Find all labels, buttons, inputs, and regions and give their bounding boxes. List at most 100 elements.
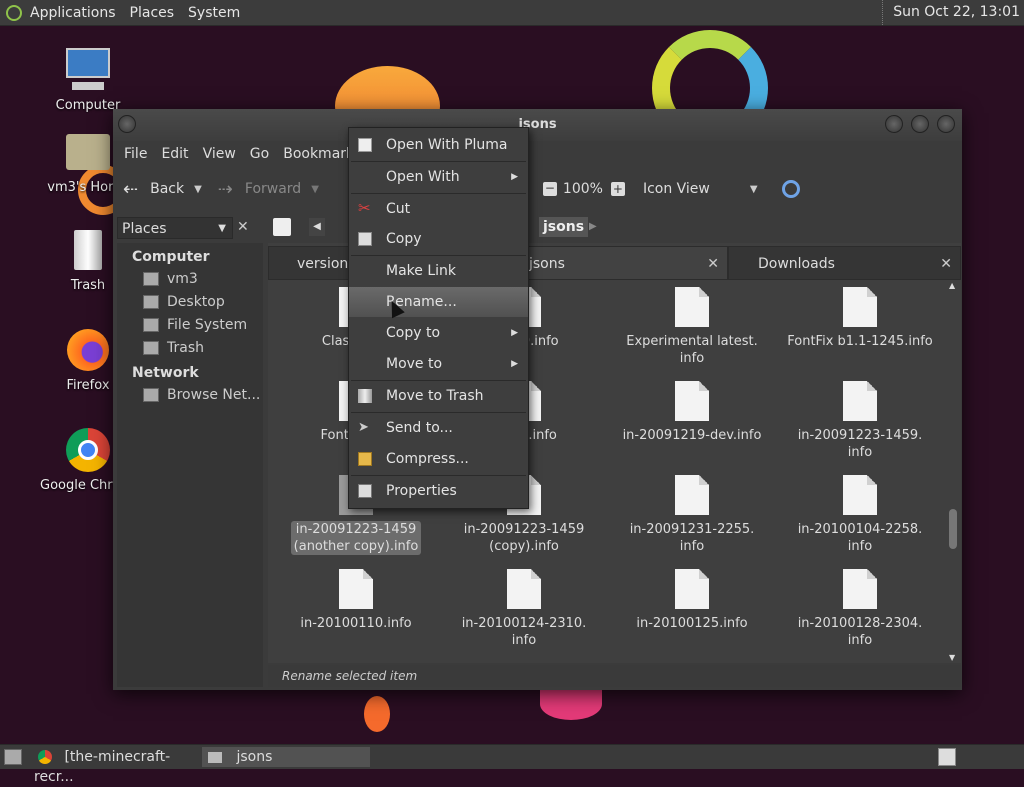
menu-item-open-with-pluma[interactable]: Open With Pluma	[349, 130, 528, 160]
zoom-out-icon[interactable]: −	[542, 182, 557, 196]
edit-location-icon[interactable]	[273, 218, 291, 236]
sidebar-item-desktop[interactable]: Desktop	[143, 290, 263, 313]
show-desktop-icon[interactable]	[4, 749, 22, 765]
menu-item-move-to-trash[interactable]: Move to Trash	[349, 381, 528, 411]
menu-item-make-link[interactable]: Make Link	[349, 256, 528, 286]
file-item[interactable]: in-20100104-2258. info	[785, 475, 935, 555]
clock[interactable]: Sun Oct 22, 13:01	[882, 0, 1020, 25]
file-icon	[843, 287, 877, 327]
file-item[interactable]: FontFix b1.1-1245.info	[785, 287, 935, 350]
menu-item-copy-to[interactable]: Copy to ▶	[349, 318, 528, 348]
close-sidebar-icon[interactable]: ✕	[237, 219, 249, 235]
sidebar-item-trash[interactable]: Trash	[143, 336, 263, 359]
top-panel: Applications Places System Sun Oct 22, 1…	[0, 0, 1024, 26]
menu-item-open-with[interactable]: Open With ▶	[349, 162, 528, 192]
task-chrome[interactable]: [the-minecraft-recr...	[34, 747, 200, 785]
zoom-in-icon[interactable]: +	[610, 182, 625, 196]
scroll-up-icon[interactable]: ▲	[949, 281, 955, 290]
scroll-down-icon[interactable]: ▼	[949, 653, 955, 662]
file-name: FontFix b1.1-1245.info	[787, 334, 933, 349]
status-bar: Rename selected item	[268, 665, 961, 687]
close-button[interactable]	[937, 115, 955, 133]
search-button[interactable]	[781, 180, 800, 198]
back-button[interactable]: ⇠ Back ▼	[123, 179, 202, 200]
trash-icon	[143, 340, 159, 355]
mate-logo-icon[interactable]	[6, 4, 22, 21]
system-menu[interactable]: System	[188, 5, 240, 21]
sidebar-type-label: Places	[122, 221, 167, 237]
chevron-down-icon[interactable]: ▼	[194, 184, 202, 195]
minimize-button[interactable]	[885, 115, 903, 133]
workspace-switcher[interactable]	[938, 748, 956, 766]
maximize-button[interactable]	[911, 115, 929, 133]
pluma-icon	[358, 138, 372, 152]
chevron-down-icon[interactable]: ▼	[311, 184, 319, 195]
close-tab-icon[interactable]: ✕	[940, 247, 952, 281]
file-name: in-20091219-dev.info	[622, 428, 762, 443]
path-back-icon[interactable]: ◀	[309, 218, 325, 236]
file-item[interactable]: in-20091231-2255. info	[617, 475, 767, 555]
window-titlebar[interactable]: jsons	[113, 109, 962, 141]
archive-icon	[358, 452, 372, 466]
menu-item-cut[interactable]: ✂ Cut	[349, 194, 528, 224]
copy-icon	[358, 232, 372, 246]
vertical-scrollbar[interactable]: ▲ ▼	[947, 281, 959, 662]
menu-item-copy[interactable]: Copy	[349, 224, 528, 254]
menu-edit[interactable]: Edit	[161, 146, 188, 162]
view-mode-label: Icon View	[642, 181, 710, 197]
context-menu: Open With Pluma Open With ▶ ✂ Cut Copy Mak…	[348, 127, 529, 509]
search-icon	[781, 180, 800, 198]
file-item[interactable]: in-20091223-1459. info	[785, 381, 935, 461]
location-bar: Places ▼ ✕ ◀ jsons ▶	[113, 213, 962, 241]
sidebar-item-file-system[interactable]: File System	[143, 313, 263, 336]
computer-icon	[64, 46, 112, 94]
tab-label: jsons	[529, 256, 565, 272]
applications-menu[interactable]: Applications	[30, 5, 116, 21]
back-arrow-icon: ⇠	[123, 178, 139, 200]
sidebar-type-select[interactable]: Places ▼	[117, 217, 233, 239]
file-name: Experimental latest. info	[626, 334, 758, 366]
file-item[interactable]: in-20100110.info	[281, 569, 431, 632]
network-icon	[143, 387, 159, 402]
menu-item-rename[interactable]: Rename...	[349, 287, 528, 317]
close-tab-icon[interactable]: ✕	[707, 247, 719, 281]
path-current-button[interactable]: jsons	[539, 217, 589, 237]
tab-downloads[interactable]: Downloads ✕	[728, 246, 961, 280]
firefox-icon	[64, 326, 112, 374]
view-mode-select[interactable]: Icon View ▼	[643, 181, 758, 197]
sidebar-item-vm3[interactable]: vm3	[143, 267, 263, 290]
file-item[interactable]: in-20100128-2304. info	[785, 569, 935, 649]
file-item[interactable]: in-20100124-2310. info	[449, 569, 599, 649]
forward-button[interactable]: ⇢ Forward ▼	[218, 179, 319, 200]
home-folder-icon	[143, 271, 159, 286]
places-menu[interactable]: Places	[130, 5, 175, 21]
home-folder-icon	[64, 128, 112, 176]
path-forward-icon[interactable]: ▶	[589, 218, 597, 236]
properties-icon	[358, 484, 372, 498]
menu-view[interactable]: View	[203, 146, 236, 162]
file-icon	[339, 569, 373, 609]
menu-item-compress[interactable]: Compress...	[349, 444, 528, 474]
file-item[interactable]: in-20100125.info	[617, 569, 767, 632]
desktop-icon-computer[interactable]: Computer	[40, 46, 136, 113]
menu-item-move-to[interactable]: Move to ▶	[349, 349, 528, 379]
scrollbar-thumb[interactable]	[949, 509, 957, 549]
menu-go[interactable]: Go	[250, 146, 269, 162]
file-item[interactable]: in-20091219-dev.info	[617, 381, 767, 444]
file-icon	[507, 569, 541, 609]
menu-file[interactable]: File	[124, 146, 147, 162]
submenu-arrow-icon: ▶	[511, 172, 518, 182]
bottom-panel: [the-minecraft-recr... jsons	[0, 744, 1024, 785]
sidebar-item-browse-network[interactable]: Browse Net...	[143, 383, 263, 406]
zoom-level[interactable]: 100%	[563, 181, 603, 197]
file-icon	[675, 569, 709, 609]
send-icon: ➤	[358, 420, 369, 435]
task-label: [the-minecraft-recr...	[34, 749, 171, 785]
task-jsons[interactable]: jsons	[202, 747, 370, 767]
menu-item-send-to[interactable]: ➤ Send to...	[349, 413, 528, 443]
sidebar-item-label: Browse Net...	[167, 386, 261, 403]
file-icon	[675, 381, 709, 421]
file-item[interactable]: Experimental latest. info	[617, 287, 767, 367]
sidebar-item-label: vm3	[167, 270, 198, 287]
menu-item-properties[interactable]: Properties	[349, 476, 528, 506]
